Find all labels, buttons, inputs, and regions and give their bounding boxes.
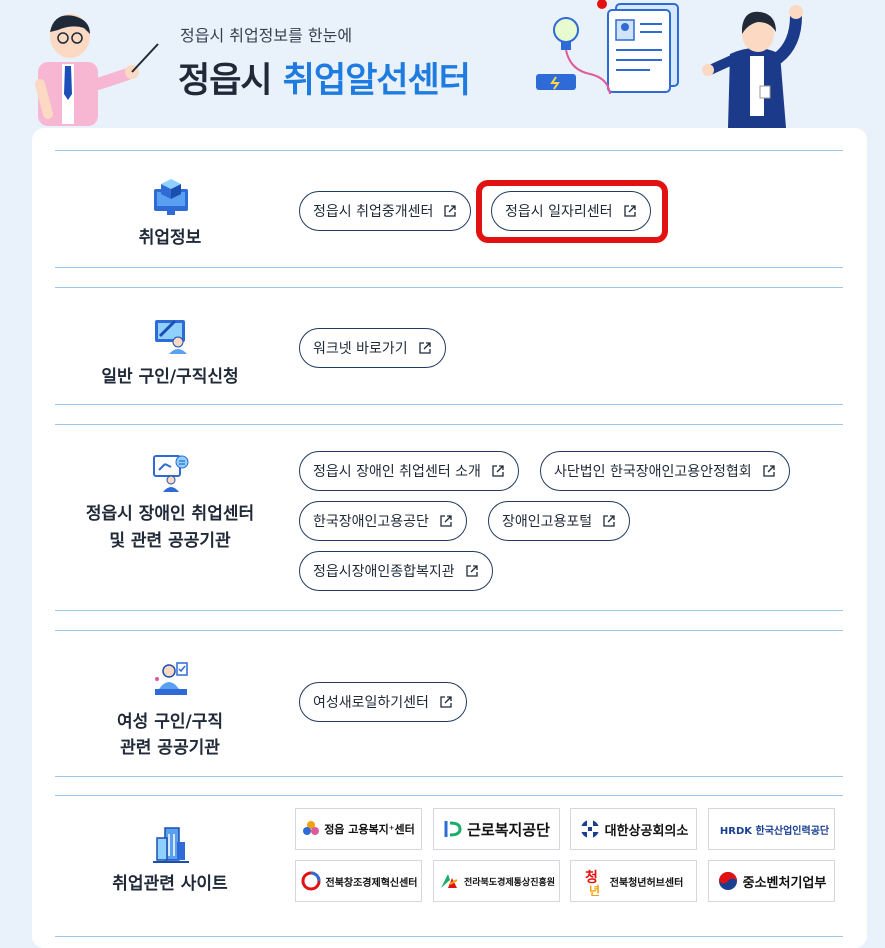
link-disabled-employment-portal[interactable]: 장애인고용포털 — [488, 501, 631, 541]
external-link-icon — [763, 465, 775, 477]
highlight-box — [476, 180, 668, 243]
mss-logo-icon — [718, 872, 737, 890]
section-label-line2: 관련 공공기관 — [120, 738, 220, 758]
youthhub-logo-icon: 청년 — [585, 870, 600, 896]
logo-mss[interactable]: 중소벤처기업부 — [708, 860, 835, 902]
hrdk-logo-icon — [713, 820, 716, 838]
svg-text:년: 년 — [589, 884, 600, 896]
link-worknet[interactable]: 워크넷 바로가기 — [299, 328, 446, 368]
logo-jb-youth-hub[interactable]: 청년 전북청년허브센터 — [570, 860, 697, 902]
section-label-line1: 여성 구인/구직 — [117, 712, 223, 732]
section-label-line2: 및 관련 공공기관 — [109, 531, 231, 551]
comwel-logo-icon — [444, 821, 462, 837]
document-bulb-illustration — [536, 0, 679, 95]
link-korea-disabled-employment-association[interactable]: 사단법인 한국장애인고용안정협회 — [540, 451, 790, 491]
link-label: 워크넷 바로가기 — [313, 341, 408, 357]
section-label: 취업관련 사이트 — [112, 874, 228, 894]
logo-comwel[interactable]: 근로복지공단 — [433, 808, 560, 850]
content-card: 취업정보 정읍시 취업중개센터 정읍시 일자리센터 일반 구인/구직신청 워크넷… — [32, 128, 867, 948]
link-jeongeup-disabled-welfare-center[interactable]: 정읍시장애인종합복지관 — [299, 551, 493, 591]
link-label: 한국장애인고용공단 — [313, 514, 429, 530]
section-related-sites: 취업관련 사이트 정읍 고용복지⁺센터 근로복지공단 대한상공회의소 HRDK … — [55, 795, 843, 937]
link-women-new-work-center[interactable]: 여성새로일하기센터 — [299, 682, 467, 722]
section-job-info: 취업정보 정읍시 취업중개센터 정읍시 일자리센터 — [55, 150, 843, 268]
woman-character-illustration — [702, 5, 803, 128]
link-label: 여성새로일하기센터 — [313, 695, 429, 711]
section-disabled-employment: 정읍시 장애인 취업센터 및 관련 공공기관 정읍시 장애인 취업센터 소개 사… — [55, 424, 843, 611]
external-link-icon — [603, 515, 615, 527]
logo-jeongeup-jobcenter[interactable]: 정읍 고용복지⁺센터 — [295, 808, 422, 850]
external-link-icon — [440, 696, 452, 708]
logo-korcham[interactable]: 대한상공회의소 — [570, 808, 697, 850]
section-general-job-request: 일반 구인/구직신청 워크넷 바로가기 — [55, 287, 843, 405]
external-link-icon — [492, 465, 504, 477]
external-link-icon — [418, 342, 431, 354]
link-kead[interactable]: 한국장애인고용공단 — [299, 501, 467, 541]
title-prefix: 정읍시 — [178, 61, 283, 101]
hero-subtitle: 정읍시 취업정보를 한눈에 — [180, 26, 353, 45]
presentation-person-icon — [153, 455, 189, 492]
link-disabled-job-center-intro[interactable]: 정읍시 장애인 취업센터 소개 — [299, 451, 519, 491]
section-label: 일반 구인/구직신청 — [101, 367, 239, 387]
link-label: 정읍시 취업중개센터 — [313, 204, 434, 220]
man-presenter-illustration — [35, 14, 159, 126]
page-title: 정읍시 취업알선센터 — [178, 52, 471, 103]
monitor-box-icon — [154, 179, 188, 215]
jobcenter-logo-icon — [303, 821, 320, 835]
link-label: 사단법인 한국장애인고용안정협회 — [554, 464, 752, 480]
external-link-icon — [440, 515, 452, 527]
link-jeongeup-job-broker-center[interactable]: 정읍시 취업중개센터 — [299, 191, 472, 231]
link-label: 장애인고용포털 — [502, 514, 593, 530]
external-link-icon — [466, 565, 478, 577]
section-label-line1: 정읍시 장애인 취업센터 — [85, 504, 255, 524]
external-link-icon — [444, 205, 457, 217]
jbba-logo-icon — [440, 874, 458, 888]
link-label: 정읍시 장애인 취업센터 소개 — [313, 464, 481, 480]
section-label: 취업정보 — [138, 228, 202, 248]
logo-jbba[interactable]: 전라북도경제통상진흥원 — [433, 860, 560, 902]
korcham-logo-icon — [580, 820, 599, 838]
woman-desk-icon — [155, 662, 188, 695]
logo-ccei[interactable]: 전북창조경제혁신센터 — [295, 860, 422, 902]
logo-hrdk[interactable]: HRDK 한국산업인력공단 — [708, 808, 835, 850]
title-accent: 취업알선센터 — [282, 61, 471, 101]
link-label: 정읍시장애인종합복지관 — [313, 564, 455, 580]
ccei-logo-icon — [301, 871, 320, 891]
buildings-icon — [153, 827, 189, 863]
section-women-employment: 여성 구인/구직 관련 공공기관 여성새로일하기센터 — [55, 630, 843, 777]
pen-monitor-person-icon — [155, 319, 187, 354]
